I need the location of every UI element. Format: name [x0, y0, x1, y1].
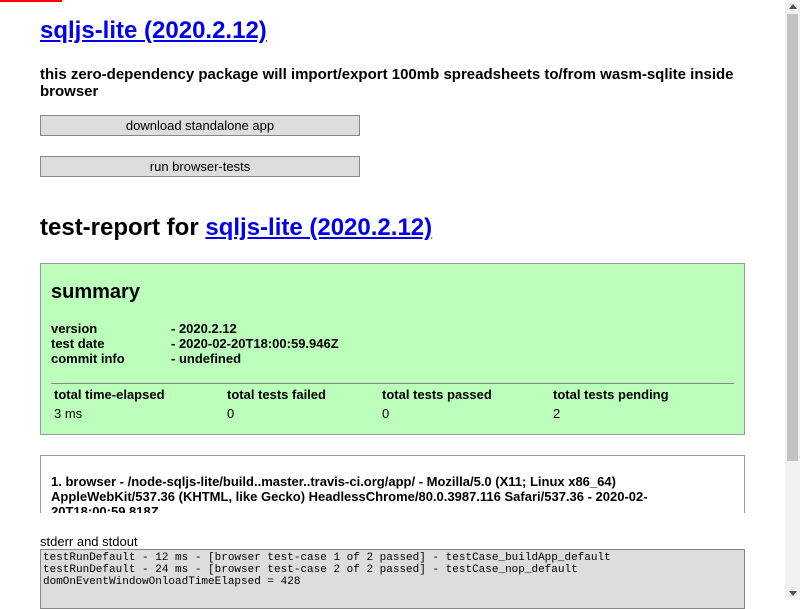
- summary-panel: summary version - 2020.2.12 test date - 20…: [40, 263, 745, 435]
- stat-header-time-elapsed: total time-elapsed: [54, 387, 165, 402]
- meta-row-test-date: test date - 2020-02-20T18:00:59.946Z: [51, 336, 339, 351]
- environment-description: 1. browser - /node-sqljs-lite/build..mas…: [51, 474, 648, 513]
- package-title-link[interactable]: sqljs-lite (2020.2.12): [40, 17, 267, 44]
- summary-divider: [51, 383, 734, 384]
- stderr-stdout-console[interactable]: testRunDefault - 12 ms - [browser test-c…: [40, 549, 745, 609]
- meta-value: - 2020-02-20T18:00:59.946Z: [171, 336, 339, 351]
- stat-value-tests-passed: 0: [382, 406, 390, 421]
- stat-header-tests-failed: total tests failed: [227, 387, 326, 402]
- meta-key: commit info: [51, 351, 125, 366]
- test-report-prefix: test-report for: [40, 214, 206, 241]
- scroll-up-arrow-icon[interactable]: [789, 4, 797, 9]
- stat-header-tests-passed: total tests passed: [382, 387, 492, 402]
- download-standalone-app-button[interactable]: download standalone app: [40, 115, 360, 136]
- meta-row-commit-info: commit info - undefined: [51, 351, 339, 366]
- stats-header-row: total time-elapsed total tests failed to…: [51, 387, 734, 406]
- stat-value-time-elapsed: 3 ms: [54, 406, 83, 421]
- meta-key: version: [51, 321, 98, 336]
- summary-stats-table: total time-elapsed total tests failed to…: [51, 387, 734, 425]
- stat-value-tests-pending: 2: [553, 406, 561, 421]
- stderr-stdout-label: stderr and stdout: [40, 534, 138, 549]
- stat-value-tests-failed: 0: [227, 406, 235, 421]
- test-report-package-link[interactable]: sqljs-lite (2020.2.12): [205, 214, 432, 241]
- page-content: sqljs-lite (2020.2.12) this zero-depende…: [40, 0, 745, 609]
- meta-value: - undefined: [171, 351, 242, 366]
- scroll-down-arrow-icon[interactable]: [789, 591, 797, 596]
- package-description: this zero-dependency package will import…: [40, 66, 734, 100]
- console-line: domOnEventWindowOnloadTimeElapsed = 428: [43, 576, 301, 588]
- summary-meta: version - 2020.2.12 test date - 2020-02-20…: [51, 321, 339, 366]
- meta-row-version: version - 2020.2.12: [51, 321, 339, 336]
- summary-heading: summary: [51, 281, 140, 303]
- console-line: testRunDefault - 12 ms - [browser test-c…: [43, 552, 611, 564]
- test-report-title: test-report for sqljs-lite (2020.2.12): [40, 214, 432, 242]
- environment-panel: 1. browser - /node-sqljs-lite/build..mas…: [40, 455, 745, 513]
- page-title: sqljs-lite (2020.2.12): [40, 17, 267, 45]
- meta-value: - 2020.2.12: [171, 321, 237, 336]
- console-line: testRunDefault - 24 ms - [browser test-c…: [43, 564, 578, 576]
- stats-value-row: 3 ms 0 0 2: [51, 406, 734, 425]
- run-browser-tests-button[interactable]: run browser-tests: [40, 156, 360, 177]
- vertical-scrollbar[interactable]: [785, 0, 800, 600]
- scrollbar-thumb[interactable]: [787, 14, 798, 461]
- meta-key: test date: [51, 336, 105, 351]
- stat-header-tests-pending: total tests pending: [553, 387, 669, 402]
